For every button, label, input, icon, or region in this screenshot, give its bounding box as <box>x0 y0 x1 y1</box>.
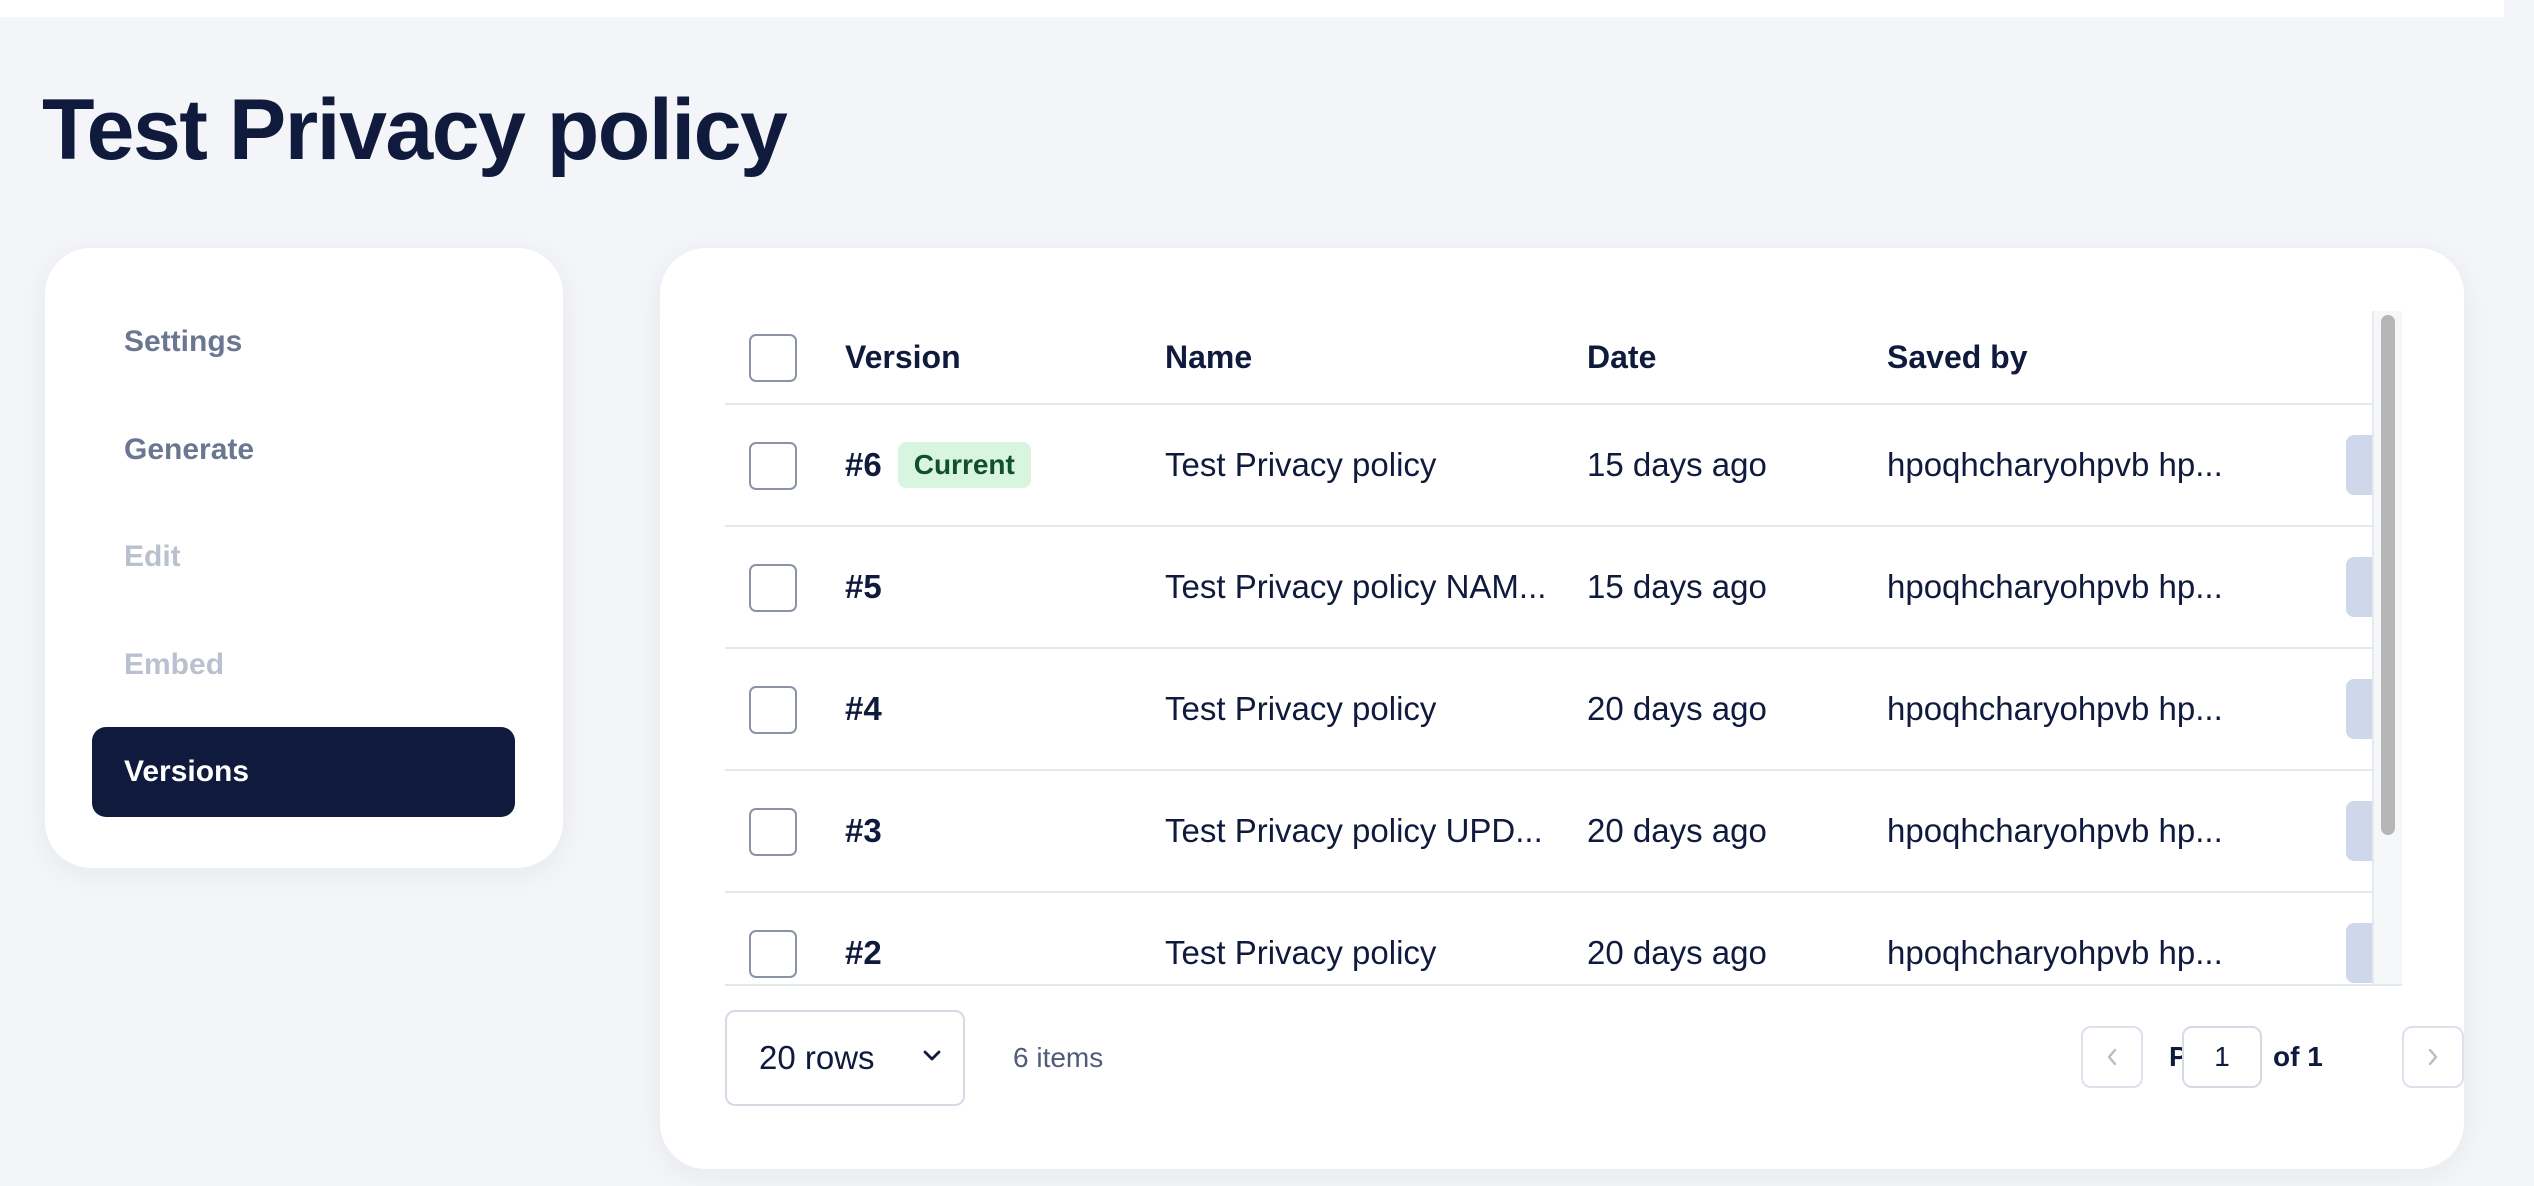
items-count: 6 items <box>1013 1042 1104 1073</box>
table-row: #2 Test Privacy policy 20 days ago hpoqh… <box>725 893 2402 984</box>
row-date: 15 days ago <box>1587 446 1767 483</box>
row-checkbox[interactable] <box>749 564 797 612</box>
row-saved-by: hpoqhcharyohpvb hp... <box>1887 690 2223 727</box>
row-saved-by: hpoqhcharyohpvb hp... <box>1887 446 2223 483</box>
page-title: Test Privacy policy <box>42 82 788 178</box>
sidebar-item-embed: Embed <box>92 620 515 710</box>
row-checkbox[interactable] <box>749 808 797 856</box>
scrollbar-thumb[interactable] <box>2381 315 2395 835</box>
row-version: #2 <box>845 934 882 971</box>
version-number: #6 <box>845 446 882 483</box>
row-name: Test Privacy policy <box>1165 934 1437 971</box>
table-row: #3 Test Privacy policy UPD... 20 days ag… <box>725 771 2402 893</box>
row-saved-by: hpoqhcharyohpvb hp... <box>1887 812 2223 849</box>
versions-panel: Version Name Date Saved by #6 Current Te… <box>660 248 2464 1169</box>
row-checkbox[interactable] <box>749 686 797 734</box>
column-header-date[interactable]: Date <box>1587 311 1877 403</box>
row-date: 20 days ago <box>1587 812 1767 849</box>
top-bar <box>0 0 2504 17</box>
sidebar-item-versions[interactable]: Versions <box>92 727 515 817</box>
row-checkbox[interactable] <box>749 930 797 978</box>
sidebar-item-generate[interactable]: Generate <box>92 405 515 495</box>
sidebar-item-label: Embed <box>124 648 225 681</box>
chevron-left-icon <box>2107 1048 2117 1066</box>
row-date: 20 days ago <box>1587 934 1767 971</box>
sidebar-item-label: Generate <box>124 433 255 466</box>
sidebar-item-settings[interactable]: Settings <box>92 297 515 387</box>
chevron-right-icon <box>2428 1048 2438 1066</box>
row-checkbox[interactable] <box>749 442 797 490</box>
select-all-checkbox[interactable] <box>749 334 797 382</box>
row-name: Test Privacy policy <box>1165 446 1437 483</box>
row-date: 15 days ago <box>1587 568 1767 605</box>
page-number-input[interactable] <box>2182 1026 2262 1088</box>
row-date: 20 days ago <box>1587 690 1767 727</box>
row-version: #5 <box>845 568 882 605</box>
row-name: Test Privacy policy NAM... <box>1165 568 1547 605</box>
table-scrollbar[interactable] <box>2372 311 2402 984</box>
table-footer: 20 rows 6 items Page of 1 <box>725 1010 2464 1110</box>
previous-page-button[interactable] <box>2081 1026 2143 1088</box>
row-version: #6 Current <box>845 405 1145 525</box>
next-page-button[interactable] <box>2402 1026 2464 1088</box>
sidebar-item-edit: Edit <box>92 512 515 602</box>
row-version: #4 <box>845 690 882 727</box>
sidebar-nav: Settings Generate Edit Embed Versions <box>45 248 563 868</box>
sidebar-item-label: Settings <box>124 325 243 358</box>
row-saved-by: hpoqhcharyohpvb hp... <box>1887 568 2223 605</box>
sidebar-item-label: Edit <box>124 540 181 573</box>
versions-table: Version Name Date Saved by #6 Current Te… <box>725 311 2402 986</box>
table-row: #5 Test Privacy policy NAM... 15 days ag… <box>725 527 2402 649</box>
column-header-version[interactable]: Version <box>845 311 1145 403</box>
row-name: Test Privacy policy UPD... <box>1165 812 1543 849</box>
table-row: #6 Current Test Privacy policy 15 days a… <box>725 405 2402 527</box>
chevron-down-icon <box>923 1050 941 1061</box>
row-saved-by: hpoqhcharyohpvb hp... <box>1887 934 2223 971</box>
table-row: #4 Test Privacy policy 20 days ago hpoqh… <box>725 649 2402 771</box>
column-header-saved-by[interactable]: Saved by <box>1887 311 2247 403</box>
rows-per-page-select[interactable]: 20 rows <box>725 1010 965 1106</box>
row-name: Test Privacy policy <box>1165 690 1437 727</box>
sidebar-item-label: Versions <box>124 755 250 788</box>
row-version: #3 <box>845 812 882 849</box>
column-header-name[interactable]: Name <box>1165 311 1565 403</box>
current-badge: Current <box>897 442 1031 488</box>
page-total-label: of 1 <box>2273 1041 2323 1072</box>
rows-per-page-value: 20 rows <box>759 1039 875 1076</box>
table-header-row: Version Name Date Saved by <box>725 311 2372 405</box>
